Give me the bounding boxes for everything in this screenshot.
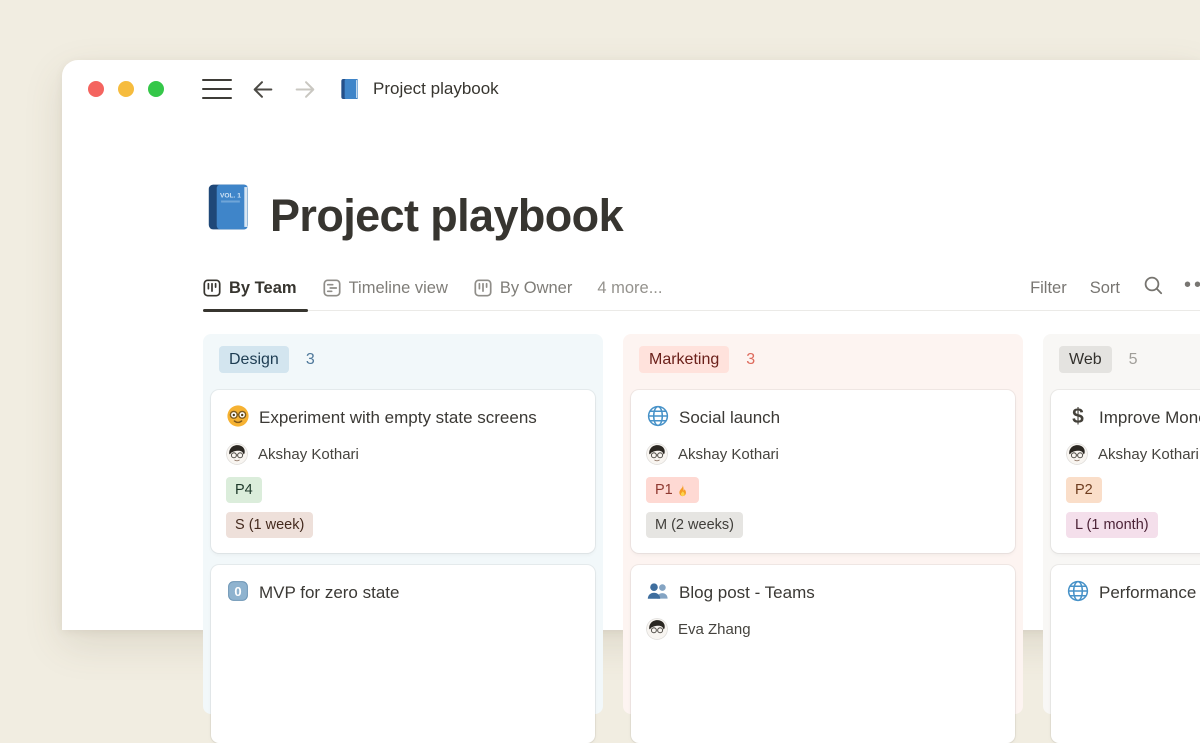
priority-badge: P2 <box>1066 477 1102 503</box>
card-title: MVP for zero state <box>259 583 399 602</box>
back-arrow-icon[interactable] <box>250 77 275 102</box>
avatar <box>1066 443 1088 465</box>
column-header: Marketing 3 <box>631 346 1015 373</box>
sidebar-menu-icon[interactable] <box>202 72 232 105</box>
card-experiment-empty-state[interactable]: Experiment with empty state screens Aksh… <box>211 390 595 553</box>
card-title: Social launch <box>679 408 780 427</box>
card-social-launch[interactable]: Social launch Akshay Kothari P1 M (2 wee… <box>631 390 1015 553</box>
priority-badge: P1 <box>646 477 699 503</box>
column-header: Design 3 <box>211 346 595 373</box>
column-design: Design 3 Experiment with empty state scr… <box>203 334 603 714</box>
zoom-window-button[interactable] <box>148 81 164 97</box>
assignee-row: Akshay Kothari <box>646 443 1000 465</box>
sort-button[interactable]: Sort <box>1090 279 1120 298</box>
card-title: Improve Monetization <box>1099 408 1200 427</box>
size-badge: S (1 week) <box>226 512 313 538</box>
board-view-icon <box>474 279 492 297</box>
column-count: 5 <box>1129 351 1138 369</box>
blue-book-icon <box>338 77 362 101</box>
globe-icon <box>646 404 670 428</box>
avatar <box>226 443 248 465</box>
card-title: Experiment with empty state screens <box>259 408 537 427</box>
tab-by-team-label: By Team <box>229 279 297 298</box>
minimize-window-button[interactable] <box>118 81 134 97</box>
view-tabs-bar: By Team Timeline view By Owner 4 more...… <box>203 266 1200 311</box>
card-title: Performance optimization <box>1099 583 1200 602</box>
svg-text:VOL. 1: VOL. 1 <box>220 193 241 200</box>
tab-by-owner-label: By Owner <box>500 279 572 298</box>
tab-by-owner[interactable]: By Owner <box>461 266 585 310</box>
avatar <box>646 618 668 640</box>
more-options-icon[interactable]: ••• <box>1184 274 1200 297</box>
nerd-face-icon <box>226 404 250 428</box>
view-actions: Filter Sort <box>1030 275 1200 301</box>
avatar <box>646 443 668 465</box>
svg-text:$: $ <box>1072 405 1084 428</box>
app-window: Project playbook VOL. 1 Project playbook <box>62 60 1200 630</box>
titlebar: Project playbook <box>62 60 1200 118</box>
size-badge: L (1 month) <box>1066 512 1158 538</box>
close-window-button[interactable] <box>88 81 104 97</box>
assignee-name: Eva Zhang <box>678 621 751 638</box>
column-count: 3 <box>306 351 315 369</box>
card-blog-post-teams[interactable]: Blog post - Teams Eva Zhang <box>631 565 1015 743</box>
keycap-zero-icon: 0 <box>226 579 250 603</box>
column-header: Web 5 <box>1051 346 1200 373</box>
assignee-row: Akshay Kothari <box>1066 443 1200 465</box>
kanban-board: Design 3 Experiment with empty state scr… <box>203 334 1200 714</box>
svg-text:0: 0 <box>234 584 241 599</box>
tab-timeline-view[interactable]: Timeline view <box>310 266 461 310</box>
busts-in-silhouette-icon <box>646 579 670 603</box>
fire-icon <box>675 483 690 498</box>
assignee-name: Akshay Kothari <box>1098 446 1199 463</box>
globe-icon <box>1066 579 1090 603</box>
column-web: Web 5 $ Improve Monetization Akshay Koth… <box>1043 334 1200 714</box>
page-blue-book-icon: VOL. 1 <box>203 181 255 238</box>
column-name-badge[interactable]: Design <box>219 346 289 373</box>
card-mvp-zero-state[interactable]: 0 MVP for zero state <box>211 565 595 743</box>
board-view-icon <box>203 279 221 297</box>
card-improve-monetization[interactable]: $ Improve Monetization Akshay Kothari P2… <box>1051 390 1200 553</box>
page-title[interactable]: Project playbook <box>270 193 623 238</box>
column-name-badge[interactable]: Web <box>1059 346 1112 373</box>
assignee-name: Akshay Kothari <box>678 446 779 463</box>
assignee-name: Akshay Kothari <box>258 446 359 463</box>
column-count: 3 <box>746 351 755 369</box>
priority-badge: P4 <box>226 477 262 503</box>
card-performance-optimization[interactable]: Performance optimization <box>1051 565 1200 743</box>
titlebar-doc-title: Project playbook <box>373 79 499 99</box>
search-icon[interactable] <box>1143 275 1164 301</box>
column-marketing: Marketing 3 Social launch Akshay Kothari <box>623 334 1023 714</box>
column-name-badge[interactable]: Marketing <box>639 346 729 373</box>
priority-label: P1 <box>655 480 673 500</box>
heavy-dollar-sign-icon: $ <box>1066 404 1090 428</box>
timeline-view-icon <box>323 279 341 297</box>
assignee-row: Eva Zhang <box>646 618 1000 640</box>
filter-button[interactable]: Filter <box>1030 279 1067 298</box>
forward-arrow-icon[interactable] <box>293 77 318 102</box>
card-title: Blog post - Teams <box>679 583 815 602</box>
tab-by-team[interactable]: By Team <box>203 266 310 310</box>
assignee-row: Akshay Kothari <box>226 443 580 465</box>
tab-timeline-label: Timeline view <box>349 279 448 298</box>
more-views-button[interactable]: 4 more... <box>585 279 662 298</box>
page-header: VOL. 1 Project playbook <box>203 176 1200 238</box>
size-badge: M (2 weeks) <box>646 512 743 538</box>
